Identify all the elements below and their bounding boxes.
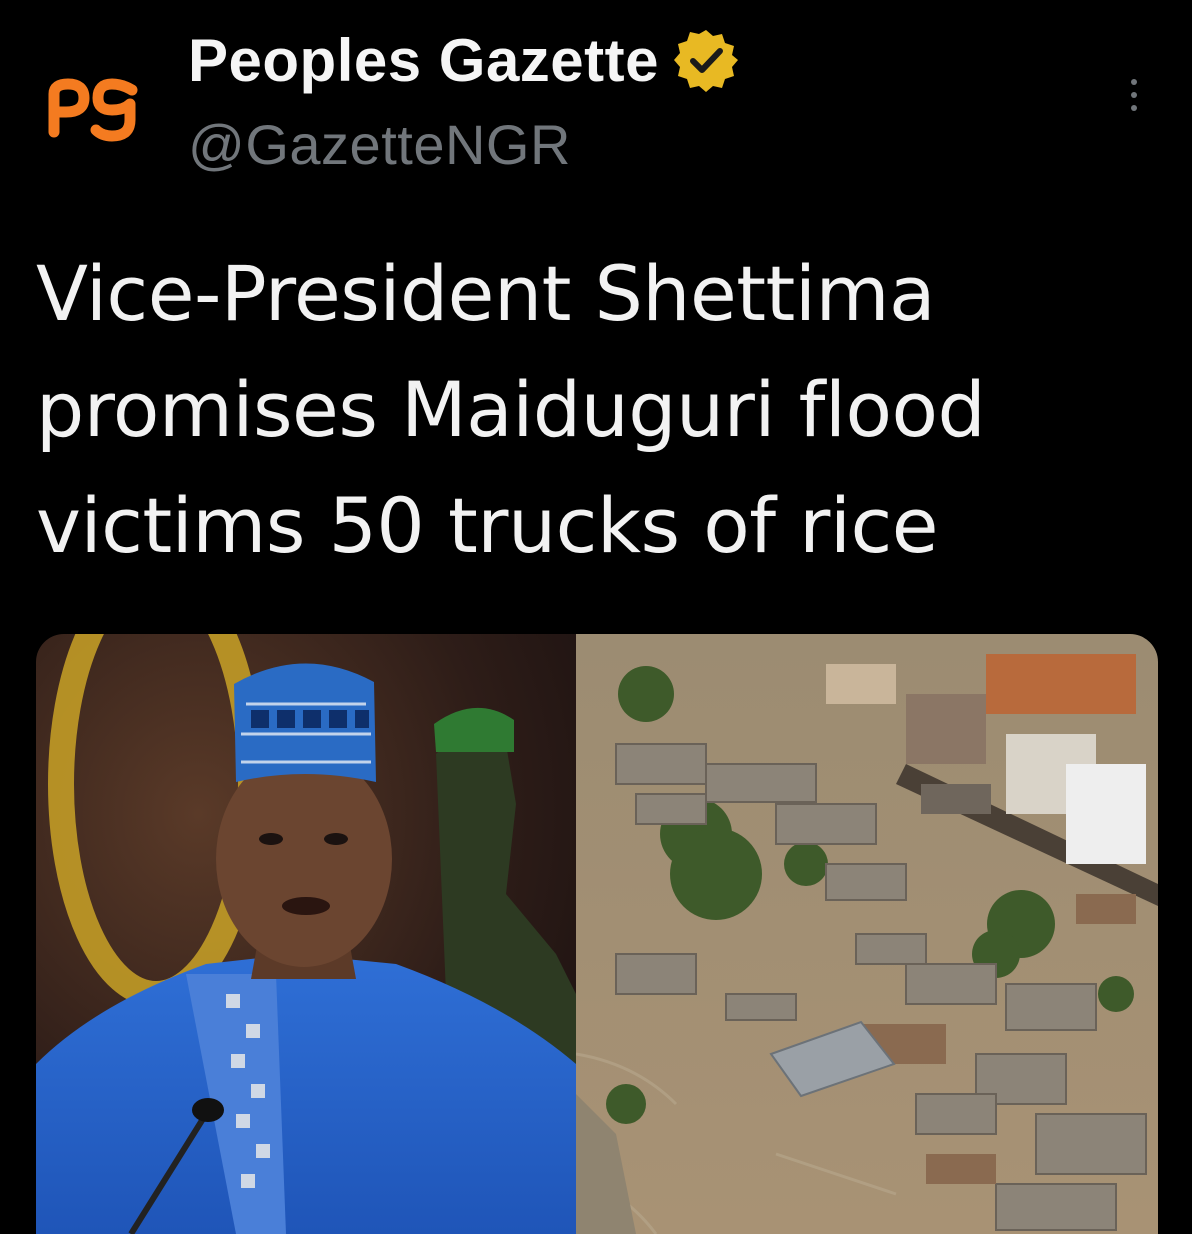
name-row: Peoples Gazette bbox=[188, 22, 739, 98]
tweet-card[interactable]: Peoples Gazette @GazetteNGR Vice-Preside… bbox=[0, 0, 1192, 1234]
media-photo-flood[interactable] bbox=[576, 634, 1158, 1234]
media-photo-portrait[interactable] bbox=[36, 634, 576, 1234]
more-options-icon-dot bbox=[1131, 105, 1137, 111]
tweet-text: Vice-President Shettima promises Maidugu… bbox=[36, 249, 986, 570]
account-handle[interactable]: @GazetteNGR bbox=[188, 112, 739, 177]
tweet-header: Peoples Gazette @GazetteNGR bbox=[188, 22, 739, 177]
more-options-icon-dot bbox=[1131, 92, 1137, 98]
more-options-button[interactable] bbox=[1112, 70, 1156, 120]
peoples-gazette-logo bbox=[48, 78, 138, 142]
verified-badge-icon bbox=[673, 27, 739, 93]
avatar[interactable] bbox=[40, 70, 144, 150]
display-name[interactable]: Peoples Gazette bbox=[188, 26, 659, 95]
tweet-media[interactable] bbox=[36, 634, 1158, 1234]
more-options-icon bbox=[1131, 79, 1137, 85]
